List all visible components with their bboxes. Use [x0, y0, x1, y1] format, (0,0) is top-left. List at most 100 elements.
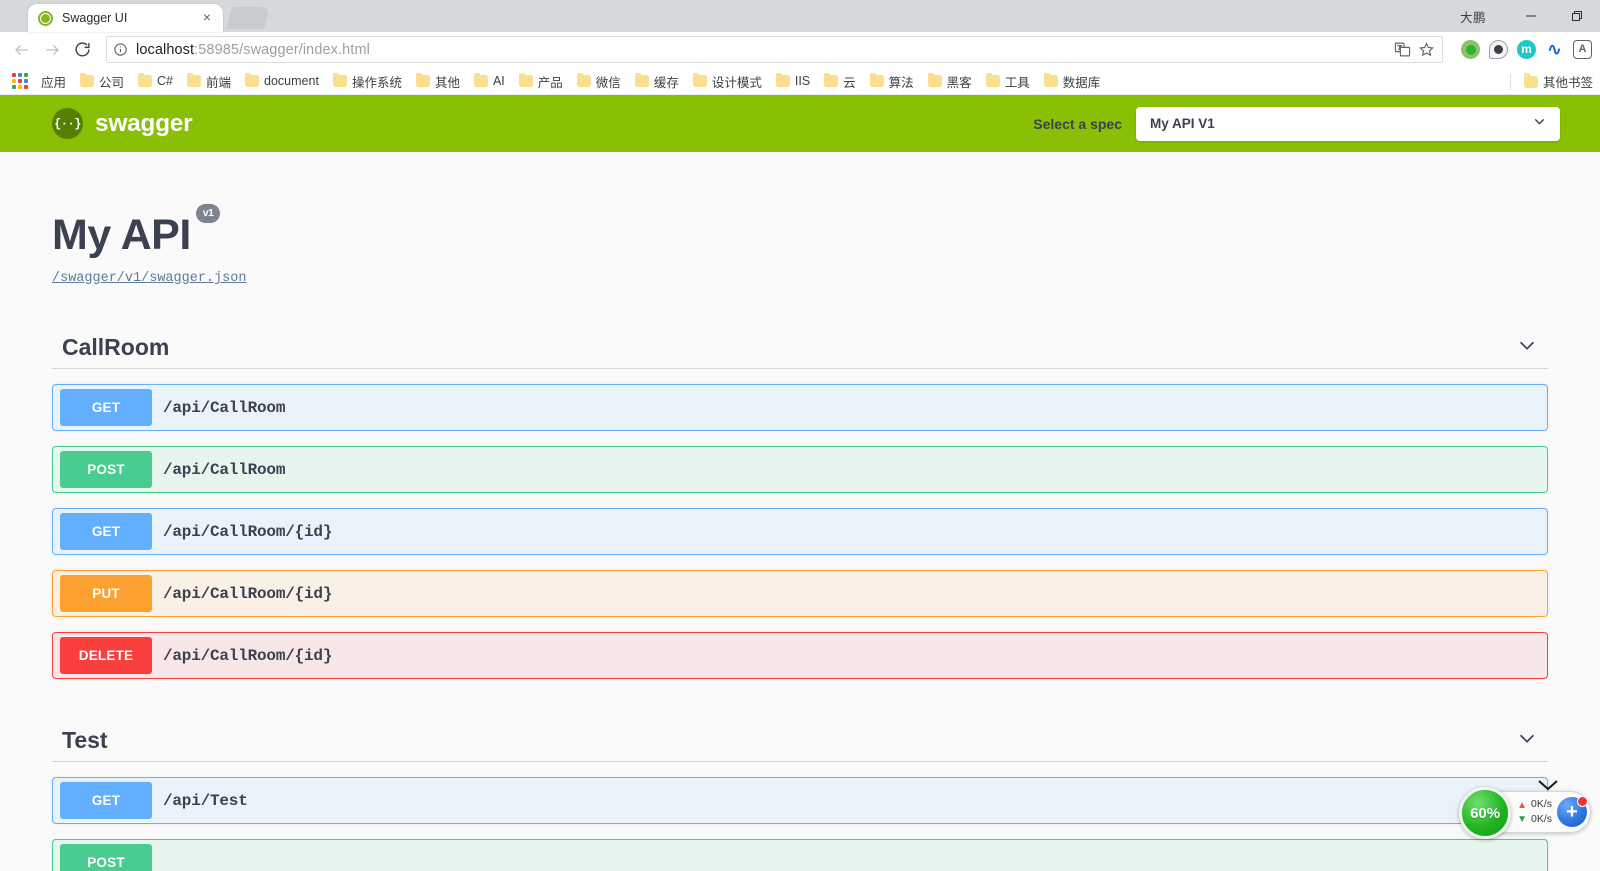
- maximize-button[interactable]: [1554, 0, 1600, 32]
- folder-icon: [634, 72, 649, 87]
- profile-name-label[interactable]: 大鹏: [1460, 7, 1486, 26]
- bookmark-item[interactable]: AI: [467, 72, 512, 90]
- folder-icon: [332, 72, 347, 87]
- bookmark-item[interactable]: 黑客: [921, 70, 979, 93]
- swagger-braces-icon: {··}: [52, 108, 83, 139]
- tag-section-test: Test GET /api/Test POST: [52, 727, 1548, 871]
- folder-icon: [775, 72, 790, 87]
- network-speed-widget[interactable]: 60% ▲ ▼ 0K/s 0K/s +: [1459, 780, 1591, 839]
- operation-row[interactable]: GET /api/Test: [52, 777, 1548, 824]
- wave-extension-icon[interactable]: ∿: [1545, 40, 1564, 59]
- translate-icon[interactable]: [1394, 41, 1412, 59]
- address-bar[interactable]: localhost:58985/swagger/index.html: [106, 36, 1443, 63]
- reload-icon[interactable]: [68, 36, 96, 64]
- url-text: localhost:58985/swagger/index.html: [136, 42, 370, 58]
- green-dot-extension-icon[interactable]: [1461, 40, 1480, 59]
- tag-name: CallRoom: [62, 334, 170, 360]
- operation-row[interactable]: DELETE /api/CallRoom/{id}: [52, 632, 1548, 679]
- url-path: :58985/swagger/index.html: [194, 41, 370, 58]
- bookmark-item[interactable]: 微信: [570, 70, 628, 93]
- star-icon[interactable]: [1418, 41, 1436, 59]
- tag-header-callroom[interactable]: CallRoom: [52, 334, 1548, 369]
- swagger-logo-text: swagger: [95, 109, 193, 137]
- bookmark-label: document: [264, 74, 319, 88]
- bookmark-label: 设计模式: [711, 75, 762, 90]
- chevron-down-icon[interactable]: [1535, 777, 1561, 798]
- cpu-usage-gauge[interactable]: 60%: [1459, 787, 1512, 839]
- browser-tab-swagger-ui[interactable]: Swagger UI ×: [28, 4, 223, 32]
- folder-icon: [518, 72, 533, 87]
- info-circle-icon[interactable]: [113, 42, 128, 57]
- new-tab-button[interactable]: [226, 7, 270, 29]
- minimize-button[interactable]: [1508, 0, 1554, 32]
- bookmark-label: 前端: [206, 75, 232, 90]
- bookmark-label: 产品: [537, 75, 563, 90]
- method-badge: DELETE: [60, 637, 152, 674]
- other-bookmarks-container: 其他书签: [1504, 68, 1600, 94]
- operation-row[interactable]: POST: [52, 839, 1548, 871]
- method-badge: GET: [60, 782, 152, 819]
- bookmark-item[interactable]: C#: [131, 72, 180, 90]
- bookmark-item[interactable]: 公司: [73, 70, 131, 93]
- extension-icons: m ∿ A: [1451, 40, 1592, 59]
- method-badge: GET: [60, 389, 152, 426]
- bookmark-item[interactable]: IIS: [769, 72, 817, 90]
- chevron-down-icon: [1531, 113, 1548, 135]
- operation-path: /api/CallRoom/{id}: [163, 584, 333, 603]
- page-title: My API v1: [52, 204, 221, 259]
- apps-grid-icon[interactable]: [12, 73, 28, 89]
- back-arrow-icon[interactable]: [8, 36, 36, 64]
- operation-row[interactable]: GET /api/CallRoom: [52, 384, 1548, 431]
- bookmark-item[interactable]: 缓存: [628, 70, 686, 93]
- folder-icon: [824, 72, 839, 87]
- swagger-json-link[interactable]: /swagger/v1/swagger.json: [52, 271, 1600, 286]
- bookmark-item[interactable]: document: [238, 72, 326, 90]
- bookmark-label: 算法: [888, 75, 914, 90]
- chevron-down-icon[interactable]: [1516, 334, 1538, 361]
- speech-bubble-extension-icon[interactable]: [1489, 40, 1508, 59]
- window-controls: 大鹏: [1460, 0, 1600, 32]
- browser-window: Swagger UI × 大鹏 localhost:58985/swagger/…: [0, 0, 1600, 871]
- bookmark-item[interactable]: 设计模式: [686, 70, 769, 93]
- chevron-down-icon[interactable]: [1516, 727, 1538, 754]
- bookmark-item[interactable]: 前端: [180, 70, 238, 93]
- operation-path: /api/CallRoom/{id}: [163, 646, 333, 665]
- angular-extension-icon[interactable]: A: [1573, 40, 1592, 59]
- tab-title: Swagger UI: [62, 11, 128, 25]
- swagger-topbar: {··} swagger Select a spec My API V1: [0, 95, 1600, 152]
- bookmark-label: C#: [157, 74, 174, 88]
- rate-values: 0K/s 0K/s: [1531, 798, 1552, 826]
- arrow-down-icon: ▼: [1517, 813, 1527, 825]
- bookmark-label: IIS: [794, 74, 811, 88]
- bookmark-item[interactable]: 数据库: [1037, 70, 1108, 93]
- api-title-text: My API: [52, 211, 191, 259]
- folder-icon: [245, 72, 260, 87]
- teal-m-extension-icon[interactable]: m: [1517, 40, 1536, 59]
- bookmark-item[interactable]: 算法: [863, 70, 921, 93]
- forward-arrow-icon[interactable]: [38, 36, 66, 64]
- operation-row[interactable]: GET /api/CallRoom/{id}: [52, 508, 1548, 555]
- spec-select-dropdown[interactable]: My API V1: [1136, 106, 1560, 141]
- operation-row[interactable]: PUT /api/CallRoom/{id}: [52, 570, 1548, 617]
- spec-selector: Select a spec My API V1: [1033, 106, 1600, 141]
- tab-close-icon[interactable]: ×: [199, 10, 215, 26]
- tag-header-test[interactable]: Test: [52, 727, 1548, 762]
- omnibox-actions: [1394, 41, 1436, 59]
- bookmark-item[interactable]: 操作系统: [326, 70, 409, 93]
- bookmark-item[interactable]: 产品: [512, 70, 570, 93]
- method-badge: GET: [60, 513, 152, 550]
- bookmark-label: 公司: [99, 75, 125, 90]
- bookmark-label: 云: [843, 75, 856, 90]
- bookmark-item[interactable]: 工具: [979, 70, 1037, 93]
- bookmark-item[interactable]: 其他: [409, 70, 467, 93]
- bookmark-item[interactable]: 云: [817, 70, 863, 93]
- swagger-logo[interactable]: {··} swagger: [52, 108, 193, 139]
- spec-select-value: My API V1: [1150, 116, 1215, 131]
- add-button[interactable]: +: [1557, 796, 1588, 827]
- select-a-spec-label: Select a spec: [1033, 115, 1122, 132]
- folder-icon: [927, 72, 942, 87]
- operation-row[interactable]: POST /api/CallRoom: [52, 446, 1548, 493]
- bookmark-apps[interactable]: 应用: [34, 70, 73, 93]
- bookmark-label: 缓存: [653, 75, 679, 90]
- other-bookmarks-folder[interactable]: 其他书签: [1517, 70, 1600, 93]
